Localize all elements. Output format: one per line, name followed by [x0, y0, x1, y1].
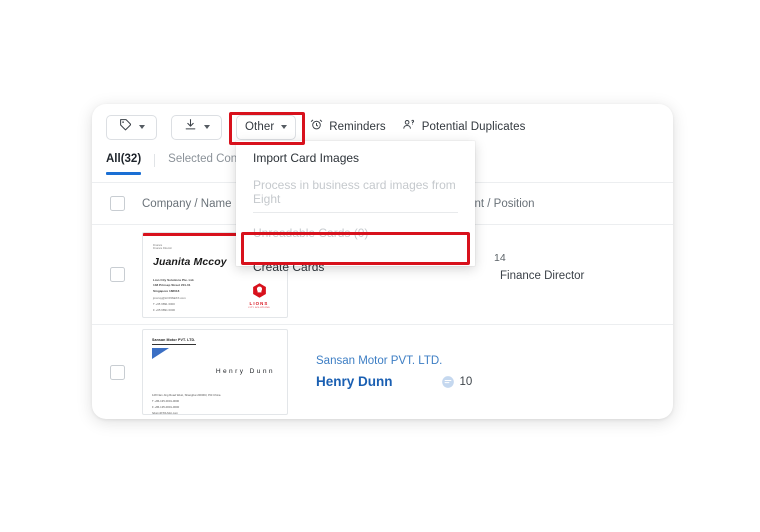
contact-company[interactable]: Sansan Motor PVT. LTD.	[316, 355, 500, 367]
chevron-down-icon	[138, 125, 145, 129]
menu-item-process-eight-images: Process in business card images from Eig…	[236, 175, 475, 209]
tag-button[interactable]	[106, 114, 157, 140]
select-all-checkbox[interactable]	[109, 196, 125, 211]
menu-item-label: Import Card Images	[253, 151, 360, 165]
contact-info-cell: Sansan Motor PVT. LTD. Henry Dunn 10	[310, 355, 500, 389]
menu-item-import-card-images[interactable]: Import Card Images	[236, 141, 475, 175]
menu-divider	[253, 212, 458, 213]
card-title-lines: Finance Finance Director	[153, 243, 173, 251]
card-name: Henry Dunn	[215, 368, 275, 375]
person-question-icon	[402, 118, 416, 136]
contact-name[interactable]: Henry Dunn	[316, 374, 393, 389]
comment-count-row-1: 14	[494, 252, 506, 264]
card-contact-block: jmccoy@LIONSEXX.com T +65 6891 0000 F +6…	[153, 295, 186, 312]
potential-duplicates-button[interactable]: Potential Duplicates	[402, 118, 526, 136]
alarm-clock-icon	[310, 118, 323, 136]
menu-item-create-cards[interactable]: Create Cards	[236, 250, 475, 284]
tag-icon	[119, 118, 132, 136]
department-cell: Finance Director	[500, 266, 673, 284]
business-card-thumbnail-cell: Sansan Motor PVT. LTD. Henry Dunn 128 Na…	[142, 329, 310, 415]
reminders-label: Reminders	[329, 121, 386, 133]
menu-item-label: Create Cards	[253, 260, 325, 274]
select-all-checkbox-cell	[92, 196, 142, 211]
menu-item-unreadable-cards: Unreadable Cards (0)	[236, 216, 475, 250]
card-logo-mark-icon	[152, 348, 169, 359]
business-card-image-sansan[interactable]: Sansan Motor PVT. LTD. Henry Dunn 128 Na…	[142, 329, 288, 415]
download-icon	[184, 118, 197, 136]
card-logo-subtitle: CITY SOLUTIONS	[248, 306, 270, 309]
row-checkbox-cell	[92, 267, 142, 282]
card-logo-word: LIONS	[249, 301, 269, 306]
card-logo: LIONS CITY SOLUTIONS	[242, 282, 276, 309]
card-address-block: 128 Nan Jing Road West, Shanghai 200003,…	[152, 393, 221, 415]
row-checkbox-cell	[92, 364, 142, 380]
card-company-line: Sansan Motor PVT. LTD.	[152, 338, 196, 342]
other-dropdown-menu: Import Card Images Process in business c…	[236, 141, 475, 274]
menu-item-label: Process in business card images from Eig…	[253, 178, 456, 206]
reminders-button[interactable]: Reminders	[310, 118, 386, 136]
table-row[interactable]: Sansan Motor PVT. LTD. Henry Dunn 128 Na…	[92, 325, 673, 419]
hexagon-logo-icon	[251, 282, 268, 299]
other-button-label: Other	[245, 121, 275, 133]
tab-all[interactable]: All(32)	[106, 150, 154, 175]
potential-duplicates-label: Potential Duplicates	[421, 121, 526, 133]
menu-item-label: Unreadable Cards (0)	[253, 226, 369, 240]
card-company-block: Lion City Solutions Pte. Ltd. 138 Prinse…	[153, 277, 195, 294]
other-button[interactable]: Other	[236, 114, 297, 140]
contact-name-row: Henry Dunn 10	[316, 374, 500, 389]
export-button[interactable]	[171, 114, 222, 140]
tab-selected-contacts-label: Selected Cont	[168, 153, 241, 165]
comment-bubble-icon	[441, 375, 455, 389]
card-rule	[152, 343, 196, 345]
chevron-down-icon	[281, 125, 288, 129]
screenshot-root: Other Reminders Potential Duplicates All…	[0, 0, 760, 532]
chevron-down-icon	[203, 125, 210, 129]
card-name: Juanita Mccoy	[153, 255, 227, 268]
comment-count: 10	[459, 375, 473, 388]
tab-divider	[154, 154, 156, 167]
row-checkbox[interactable]	[109, 267, 125, 282]
comment-badge[interactable]: 10	[441, 375, 473, 389]
row-checkbox[interactable]	[109, 364, 125, 380]
tab-all-label: All(32)	[106, 153, 142, 165]
department-value: Finance Director	[500, 269, 585, 282]
